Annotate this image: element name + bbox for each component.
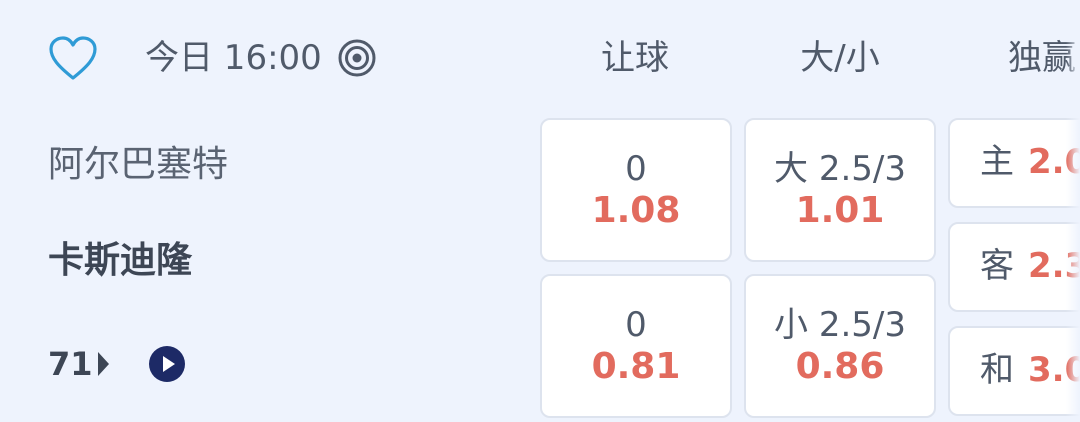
away-team-name: 卡斯迪隆	[48, 240, 193, 281]
match-time: 今日 16:00	[145, 38, 322, 78]
minute-arrow-icon	[98, 352, 109, 376]
scroll-fade-edge	[1066, 0, 1080, 422]
handicap-away-cell[interactable]: 0 0.81	[540, 274, 732, 418]
moneyline-away-cell[interactable]: 客 2.3	[948, 222, 1080, 312]
handicap-line: 0	[625, 305, 647, 345]
under-line: 小 2.5/3	[774, 305, 906, 345]
play-circle-icon[interactable]	[148, 345, 186, 383]
handicap-odds: 1.08	[591, 190, 681, 231]
match-minute: 71	[48, 345, 93, 383]
over-cell[interactable]: 大 2.5/3 1.01	[744, 118, 936, 262]
target-icon[interactable]	[337, 38, 377, 78]
column-header-handicap: 让球	[601, 38, 669, 78]
under-cell[interactable]: 小 2.5/3 0.86	[744, 274, 936, 418]
handicap-odds: 0.81	[591, 346, 681, 387]
over-line: 大 2.5/3	[774, 149, 906, 189]
over-odds: 1.01	[795, 190, 885, 231]
handicap-home-cell[interactable]: 0 1.08	[540, 118, 732, 262]
favorite-heart-icon[interactable]	[48, 36, 98, 82]
moneyline-label: 和	[980, 350, 1014, 390]
moneyline-home-cell[interactable]: 主 2.0	[948, 118, 1080, 208]
column-header-over-under: 大/小	[800, 38, 880, 78]
moneyline-label: 主	[980, 142, 1014, 182]
home-team-name: 阿尔巴塞特	[48, 144, 229, 185]
moneyline-label: 客	[980, 246, 1014, 286]
under-odds: 0.86	[795, 346, 885, 387]
moneyline-draw-cell[interactable]: 和 3.0	[948, 326, 1080, 416]
handicap-line: 0	[625, 149, 647, 189]
